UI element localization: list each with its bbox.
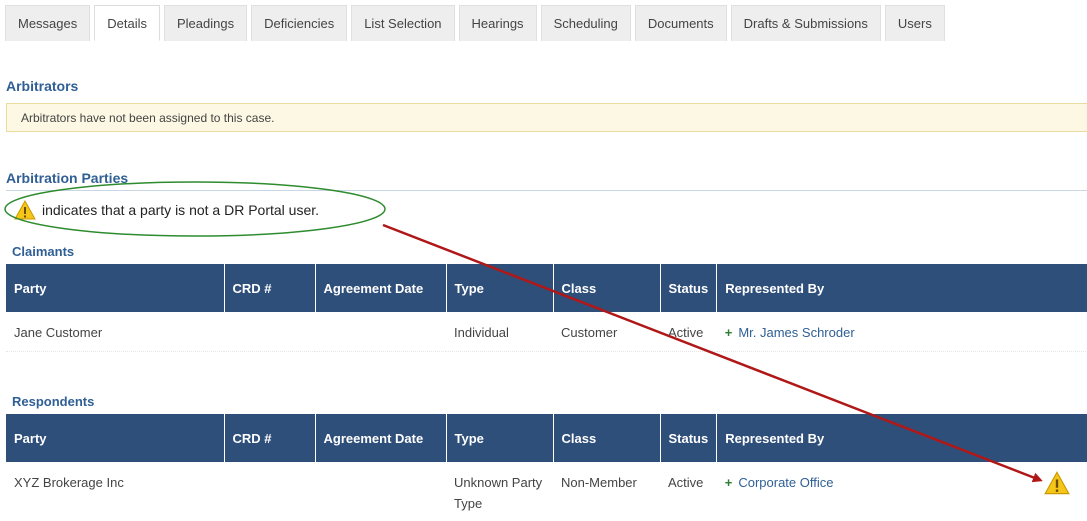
tab-drafts-submissions[interactable]: Drafts & Submissions	[730, 5, 881, 41]
arbitrators-notice-text: Arbitrators have not been assigned to th…	[21, 111, 275, 125]
legend-text: indicates that a party is not a DR Porta…	[42, 202, 320, 218]
represented-by-cell: + Corporate Office	[717, 462, 1087, 514]
column-header-crd[interactable]: CRD #	[224, 414, 316, 462]
column-header-class[interactable]: Class	[553, 414, 661, 462]
column-header-status[interactable]: Status	[660, 414, 718, 462]
arbitrators-notice: Arbitrators have not been assigned to th…	[6, 103, 1087, 132]
table-header-row: Party CRD # Agreement Date Type Class St…	[6, 264, 1087, 312]
parties-heading: Arbitration Parties	[6, 170, 129, 186]
agreement-date-cell	[315, 462, 446, 514]
column-header-agreement-date[interactable]: Agreement Date	[315, 264, 447, 312]
crd-cell	[224, 462, 315, 514]
column-header-party[interactable]: Party	[6, 264, 225, 312]
column-header-status[interactable]: Status	[660, 264, 718, 312]
plus-icon[interactable]: +	[725, 475, 733, 490]
represented-by-cell: + Mr. James Schroder	[716, 312, 1087, 352]
table-row: Jane Customer Individual Customer Active…	[6, 312, 1087, 352]
tab-messages[interactable]: Messages	[5, 5, 91, 41]
legend: indicates that a party is not a DR Porta…	[14, 199, 319, 221]
column-header-party[interactable]: Party	[6, 414, 225, 462]
column-header-crd[interactable]: CRD #	[224, 264, 316, 312]
status-cell: Active	[660, 312, 717, 352]
type-cell: Individual	[446, 312, 553, 352]
tab-details[interactable]: Details	[94, 5, 160, 41]
column-header-type[interactable]: Type	[446, 264, 554, 312]
representative-link[interactable]: Corporate Office	[738, 475, 833, 490]
tab-deficiencies[interactable]: Deficiencies	[251, 5, 348, 41]
crd-cell	[224, 312, 315, 352]
party-cell: Jane Customer	[6, 312, 224, 352]
tab-users[interactable]: Users	[884, 5, 945, 41]
tab-pleadings[interactable]: Pleadings	[164, 5, 248, 41]
section-divider	[6, 190, 1087, 191]
column-header-represented-by[interactable]: Represented By	[716, 264, 1087, 312]
warning-icon	[1044, 471, 1070, 495]
tab-hearings[interactable]: Hearings	[458, 5, 537, 41]
column-header-agreement-date[interactable]: Agreement Date	[315, 414, 447, 462]
class-cell: Non-Member	[561, 475, 637, 490]
column-header-type[interactable]: Type	[446, 414, 554, 462]
party-cell: XYZ Brokerage Inc	[14, 475, 124, 490]
type-cell: Unknown Party Type	[454, 475, 543, 511]
tab-list-selection[interactable]: List Selection	[351, 5, 455, 41]
agreement-date-cell	[315, 312, 446, 352]
tab-bar: Messages Details Pleadings Deficiencies …	[5, 5, 949, 41]
table-header-row: Party CRD # Agreement Date Type Class St…	[6, 414, 1087, 462]
tab-scheduling[interactable]: Scheduling	[540, 5, 631, 41]
arbitrators-heading: Arbitrators	[6, 78, 79, 94]
table-row: XYZ Brokerage Inc Unknown Party Type Non…	[6, 462, 1087, 514]
column-header-class[interactable]: Class	[553, 264, 661, 312]
status-cell: Active	[668, 475, 704, 490]
claimants-table: Party CRD # Agreement Date Type Class St…	[6, 264, 1087, 352]
respondents-heading: Respondents	[12, 394, 95, 409]
claimants-heading: Claimants	[12, 244, 75, 259]
class-cell: Customer	[553, 312, 660, 352]
respondents-table: Party CRD # Agreement Date Type Class St…	[6, 414, 1087, 514]
tab-documents[interactable]: Documents	[634, 5, 727, 41]
plus-icon[interactable]: +	[725, 325, 733, 340]
column-header-represented-by[interactable]: Represented By	[716, 414, 1087, 462]
warning-icon	[14, 200, 36, 220]
representative-link[interactable]: Mr. James Schroder	[738, 325, 854, 340]
